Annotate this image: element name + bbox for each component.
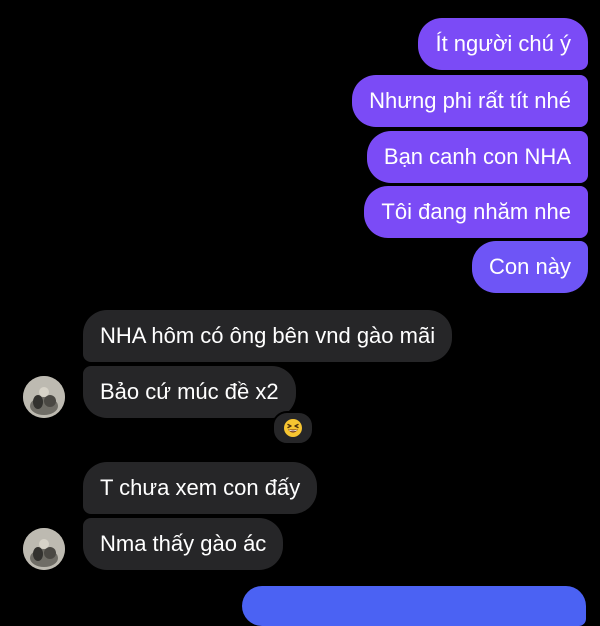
message-text: Bạn canh con NHA <box>383 144 571 169</box>
message-text: Bảo cứ múc đề x2 <box>100 379 279 404</box>
incoming-message[interactable]: Nma thấy gào ác <box>83 518 284 570</box>
incoming-message[interactable]: Bảo cứ múc đề x2 <box>83 366 296 418</box>
message-text: Nma thấy gào ác <box>100 531 267 556</box>
outgoing-message[interactable]: Ít người chú ý <box>418 18 588 70</box>
incoming-message[interactable]: T chưa xem con đấy <box>83 462 318 514</box>
outgoing-message[interactable] <box>242 586 586 626</box>
message-text: Ít người chú ý <box>435 31 571 56</box>
message-text: Nhưng phi rất tít nhé <box>369 88 571 113</box>
outgoing-message[interactable]: Nhưng phi rất tít nhé <box>352 75 588 127</box>
avatar[interactable] <box>23 376 65 418</box>
outgoing-message[interactable]: Bạn canh con NHA <box>366 131 588 183</box>
incoming-message[interactable]: NHA hôm có ông bên vnd gào mãi <box>83 310 453 362</box>
outgoing-message[interactable]: Con này <box>472 241 588 293</box>
reaction-badge[interactable] <box>272 411 314 445</box>
avatar-photo <box>23 528 65 570</box>
avatar[interactable] <box>23 528 65 570</box>
message-text: Con này <box>489 254 571 279</box>
message-text: Tôi đang nhăm nhe <box>381 199 571 224</box>
chat-thread: Ít người chú ý Nhưng phi rất tít nhé Bạn… <box>0 0 600 626</box>
grinning-squinting-face-icon <box>284 419 302 437</box>
outgoing-message[interactable]: Tôi đang nhăm nhe <box>364 186 588 238</box>
avatar-photo <box>23 376 65 418</box>
message-text: T chưa xem con đấy <box>100 475 301 500</box>
message-text: NHA hôm có ông bên vnd gào mãi <box>100 323 436 348</box>
